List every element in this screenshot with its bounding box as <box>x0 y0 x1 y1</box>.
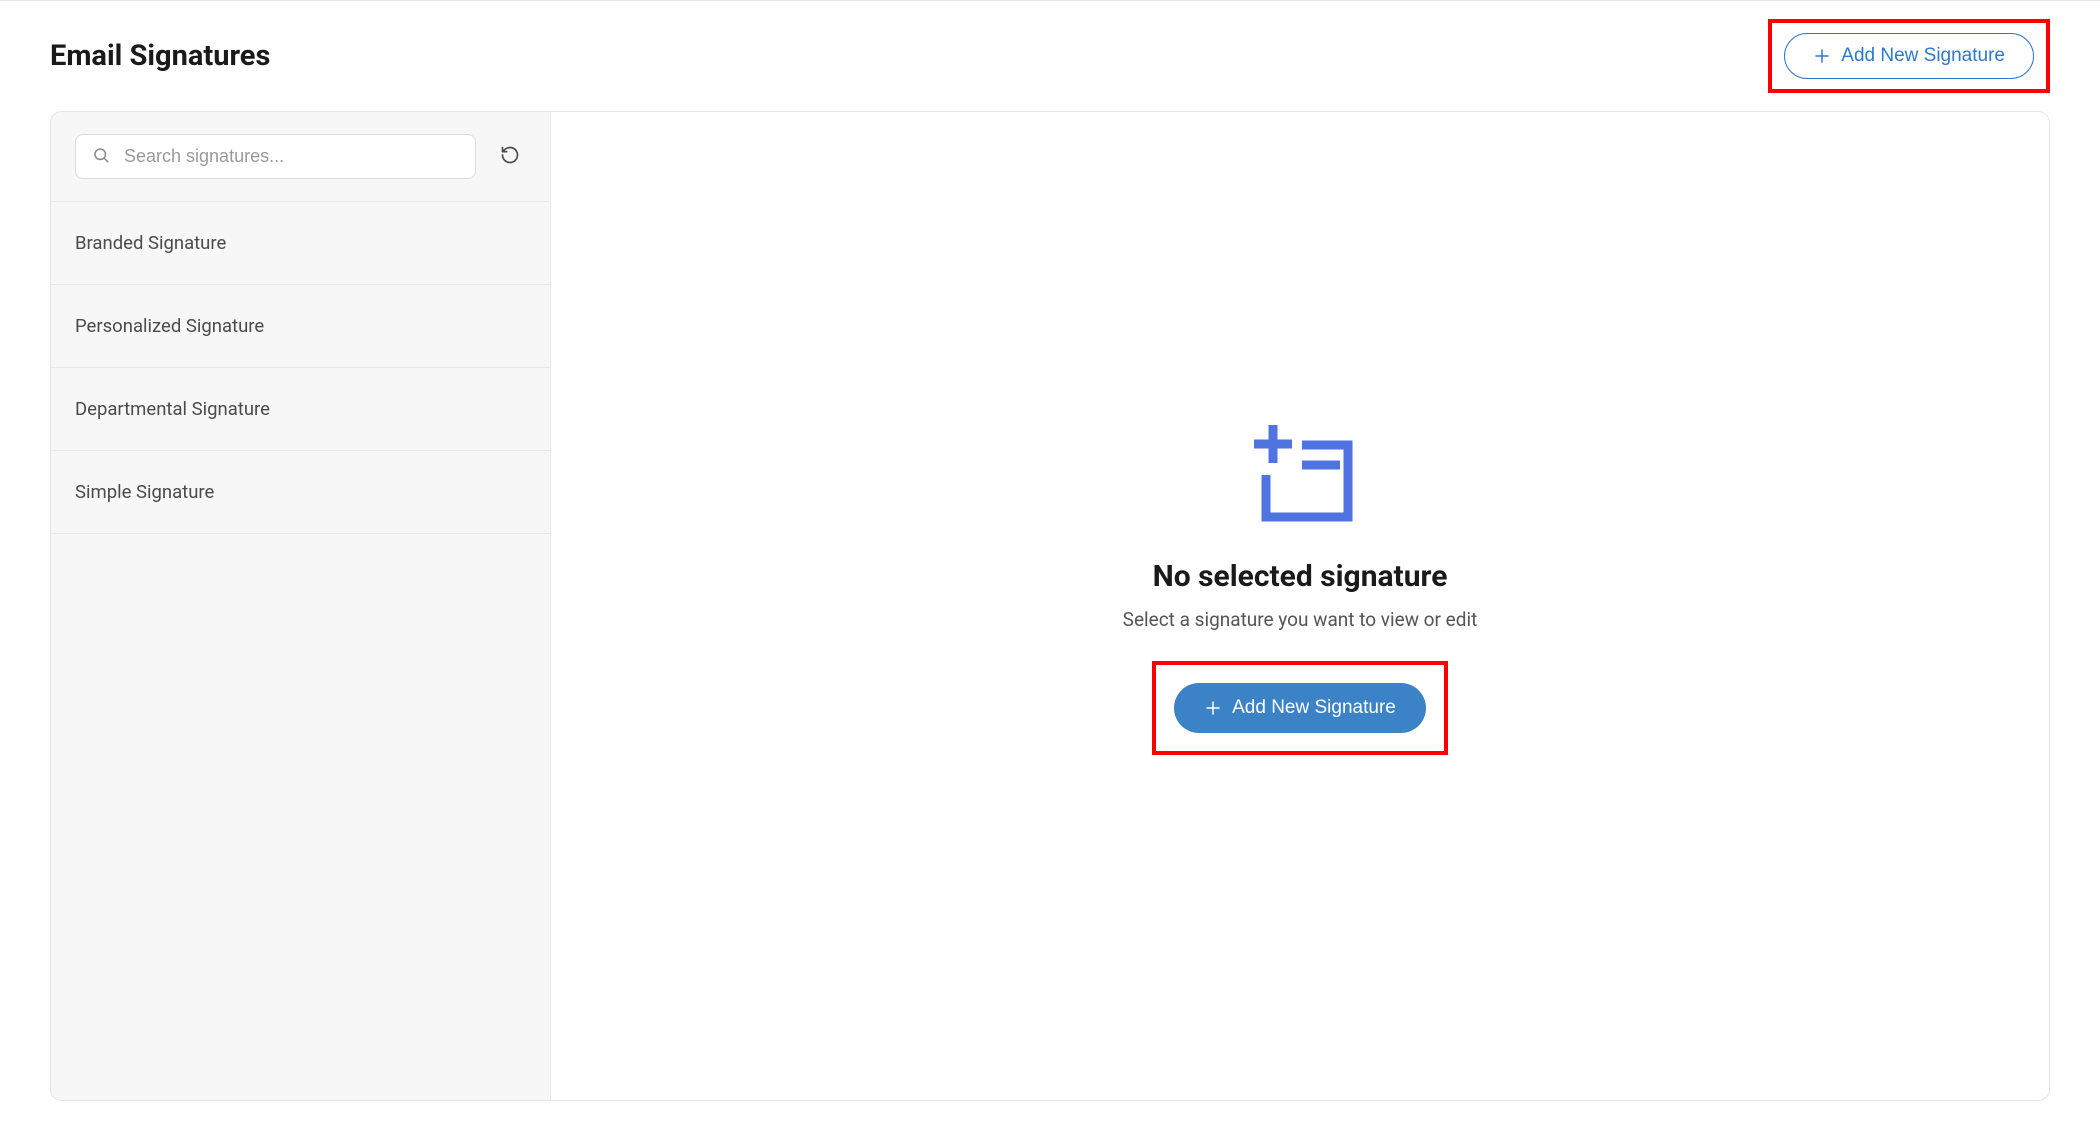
empty-state-title: No selected signature <box>1153 559 1448 594</box>
search-wrap[interactable] <box>75 134 476 179</box>
search-input[interactable] <box>122 145 459 168</box>
signature-list-item[interactable]: Departmental Signature <box>51 368 550 451</box>
empty-state-icon <box>1240 417 1360 531</box>
empty-state-subtitle: Select a signature you want to view or e… <box>1123 608 1478 631</box>
refresh-button[interactable] <box>494 139 526 174</box>
main-content: No selected signature Select a signature… <box>551 112 2049 1100</box>
empty-state: No selected signature Select a signature… <box>1123 417 1478 755</box>
refresh-icon <box>500 153 520 168</box>
page-title: Email Signatures <box>50 39 270 73</box>
add-button-main-label: Add New Signature <box>1232 697 1396 719</box>
search-row <box>51 112 550 202</box>
add-new-signature-button-top[interactable]: Add New Signature <box>1784 33 2034 79</box>
signature-sidebar: Branded Signature Personalized Signature… <box>51 112 551 1100</box>
signature-item-label: Branded Signature <box>75 232 226 254</box>
signature-list-item[interactable]: Personalized Signature <box>51 285 550 368</box>
highlight-top-button: Add New Signature <box>1768 19 2050 93</box>
signature-list-item[interactable]: Branded Signature <box>51 202 550 285</box>
page: Email Signatures Add New Signature <box>0 0 2100 1121</box>
add-button-top-label: Add New Signature <box>1841 45 2005 67</box>
signature-item-label: Simple Signature <box>75 481 214 503</box>
signature-item-label: Personalized Signature <box>75 315 264 337</box>
search-icon <box>92 146 110 168</box>
content-panel: Branded Signature Personalized Signature… <box>50 111 2050 1101</box>
plus-icon <box>1813 47 1831 65</box>
signature-item-label: Departmental Signature <box>75 398 270 420</box>
highlight-main-button: Add New Signature <box>1152 661 1448 755</box>
page-header: Email Signatures Add New Signature <box>50 1 2050 111</box>
plus-icon <box>1204 699 1222 717</box>
signature-list-item[interactable]: Simple Signature <box>51 451 550 534</box>
add-new-signature-button-main[interactable]: Add New Signature <box>1174 683 1426 733</box>
